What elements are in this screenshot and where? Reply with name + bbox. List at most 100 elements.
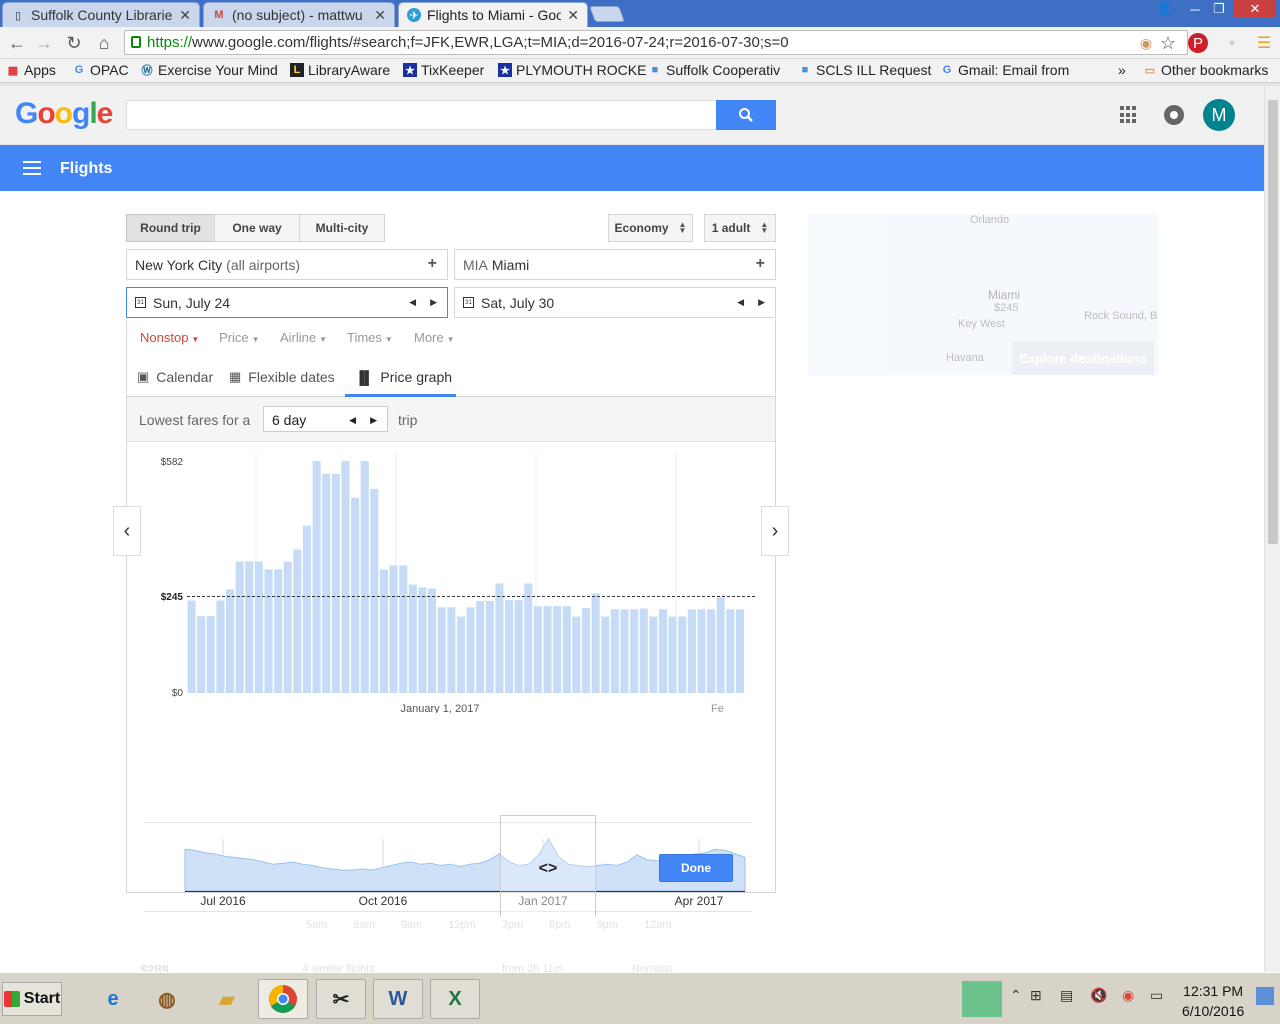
- price-bar[interactable]: [620, 609, 629, 693]
- chart-prev-button[interactable]: ‹: [113, 506, 141, 556]
- price-bar[interactable]: [379, 569, 388, 693]
- network-icon[interactable]: ▤: [1060, 987, 1073, 1004]
- price-bar[interactable]: [274, 569, 283, 693]
- depart-date-field[interactable]: 31 Sun, July 24 ◀ ▶: [126, 287, 448, 318]
- word-icon[interactable]: W: [373, 979, 423, 1019]
- bookmarks-overflow[interactable]: »: [1118, 62, 1126, 78]
- bookmark-libraryaware[interactable]: L LibraryAware: [290, 62, 390, 78]
- add-destination-icon[interactable]: +: [756, 255, 765, 273]
- filter-nonstop[interactable]: Nonstop ▼: [140, 330, 199, 345]
- trip-length-select[interactable]: 6 day ◀ ▶: [263, 406, 388, 432]
- filter-airline[interactable]: Airline ▼: [280, 330, 327, 345]
- next-date-icon[interactable]: ▶: [758, 297, 765, 308]
- forward-icon[interactable]: →: [32, 31, 56, 55]
- star-icon[interactable]: ☆: [1156, 31, 1180, 55]
- volume-muted-icon[interactable]: 🔇: [1090, 987, 1107, 1004]
- search-input[interactable]: [126, 100, 717, 130]
- search-button[interactable]: [716, 100, 776, 130]
- tab-flights[interactable]: ✈ Flights to Miami - Goo ✕: [398, 2, 588, 27]
- price-bar[interactable]: [601, 616, 610, 694]
- restore-icon[interactable]: ❐: [1208, 0, 1230, 18]
- hamburger-menu-icon[interactable]: [23, 161, 41, 175]
- home-icon[interactable]: ⌂: [92, 31, 116, 55]
- apps-grid-icon[interactable]: [1120, 106, 1138, 124]
- price-bar[interactable]: [591, 593, 600, 693]
- close-tab-icon[interactable]: ✕: [567, 7, 579, 24]
- decrease-icon[interactable]: ◀: [349, 415, 356, 426]
- snipping-tool-icon[interactable]: ✂: [316, 979, 366, 1019]
- back-icon[interactable]: ←: [5, 31, 29, 55]
- filter-more[interactable]: More ▼: [414, 330, 455, 345]
- excel-icon[interactable]: X: [430, 979, 480, 1019]
- drag-handle-icon[interactable]: <>: [539, 860, 558, 877]
- price-bar[interactable]: [447, 607, 456, 693]
- tab-price-graph[interactable]: ▐▌ Price graph: [355, 369, 452, 385]
- price-bar[interactable]: [543, 606, 552, 693]
- tab-gmail[interactable]: M (no subject) - mattwu ✕: [203, 2, 395, 27]
- price-bar[interactable]: [697, 609, 706, 693]
- bookmark-gmail[interactable]: G Gmail: Email from: [940, 62, 1070, 78]
- price-bar[interactable]: [312, 461, 321, 693]
- scrollbar-thumb[interactable]: [1268, 100, 1278, 544]
- price-bar[interactable]: [649, 616, 658, 694]
- price-bar[interactable]: [553, 606, 562, 693]
- price-bar[interactable]: [456, 616, 465, 694]
- destination-field[interactable]: MIA Miami +: [454, 249, 776, 280]
- tab-calendar[interactable]: ▣ Calendar: [137, 369, 213, 385]
- address-bar[interactable]: https://www.google.com/flights/#search;f…: [124, 30, 1188, 55]
- system-clock[interactable]: 12:31 PM 6/10/2016: [1182, 981, 1244, 1021]
- price-bar[interactable]: [428, 588, 437, 693]
- price-bar[interactable]: [495, 583, 504, 693]
- price-bar[interactable]: [581, 608, 590, 693]
- price-bar[interactable]: [197, 616, 206, 693]
- next-date-icon[interactable]: ▶: [430, 297, 437, 308]
- prev-date-icon[interactable]: ◀: [409, 297, 416, 308]
- price-bar[interactable]: [639, 608, 648, 694]
- price-bar[interactable]: [678, 616, 687, 694]
- price-bar[interactable]: [283, 561, 292, 694]
- prev-date-icon[interactable]: ◀: [737, 297, 744, 308]
- return-date-field[interactable]: 31 Sat, July 30 ◀ ▶: [454, 287, 776, 318]
- internet-explorer-icon[interactable]: e: [88, 979, 138, 1019]
- bookmark-tixkeeper[interactable]: ★ TixKeeper: [403, 62, 484, 78]
- done-button[interactable]: Done: [659, 854, 733, 882]
- bookmark-other[interactable]: ▭ Other bookmarks: [1143, 62, 1269, 78]
- price-bar[interactable]: [707, 609, 716, 693]
- price-bar[interactable]: [716, 597, 725, 693]
- price-bar[interactable]: [235, 561, 244, 694]
- price-bar[interactable]: [341, 461, 350, 693]
- reload-icon[interactable]: ↻: [62, 31, 86, 55]
- show-desktop-icon[interactable]: [1256, 987, 1274, 1005]
- add-origin-icon[interactable]: +: [428, 255, 437, 273]
- bookmark-plymouth-rock[interactable]: ★ PLYMOUTH ROCKE: [498, 62, 646, 78]
- price-bar[interactable]: [206, 616, 215, 693]
- price-bar[interactable]: [726, 609, 735, 693]
- bookmark-scls-ill[interactable]: ■ SCLS ILL Request: [798, 62, 932, 78]
- map-preview[interactable]: Orlando Miami $245 Key West Havana Rock …: [808, 214, 1158, 375]
- passengers-select[interactable]: 1 adult ▲ ▼: [704, 214, 776, 242]
- price-bar[interactable]: [630, 609, 639, 693]
- price-bar[interactable]: [514, 600, 523, 693]
- pinterest-icon[interactable]: P: [1188, 33, 1208, 53]
- explore-destinations-button[interactable]: Explore destinations: [1012, 341, 1154, 375]
- chrome-tray-icon[interactable]: ◉: [1122, 987, 1134, 1004]
- tab-suffolk-libraries[interactable]: ▯ Suffolk County Librarie ✕: [2, 2, 200, 27]
- price-bar[interactable]: [360, 461, 369, 693]
- price-bar[interactable]: [572, 616, 581, 694]
- price-bar[interactable]: [389, 565, 398, 693]
- tray-expand-icon[interactable]: ⌃: [1010, 987, 1022, 1004]
- price-bar[interactable]: [437, 607, 446, 693]
- filter-times[interactable]: Times ▼: [347, 330, 393, 345]
- price-bar[interactable]: [293, 549, 302, 694]
- google-logo[interactable]: Google: [15, 97, 113, 131]
- price-bar[interactable]: [254, 561, 263, 694]
- windows-icon[interactable]: ⊞: [1030, 987, 1042, 1004]
- bookmark-exercise-your-mind[interactable]: Ⓦ Exercise Your Mind: [140, 62, 278, 78]
- menu-icon[interactable]: ☰: [1252, 31, 1276, 55]
- price-bar[interactable]: [533, 606, 542, 693]
- one-way-button[interactable]: One way: [214, 214, 300, 242]
- price-bar[interactable]: [476, 600, 485, 693]
- minimize-icon[interactable]: ─: [1184, 0, 1206, 18]
- multi-city-button[interactable]: Multi-city: [299, 214, 385, 242]
- price-bar[interactable]: [399, 565, 408, 693]
